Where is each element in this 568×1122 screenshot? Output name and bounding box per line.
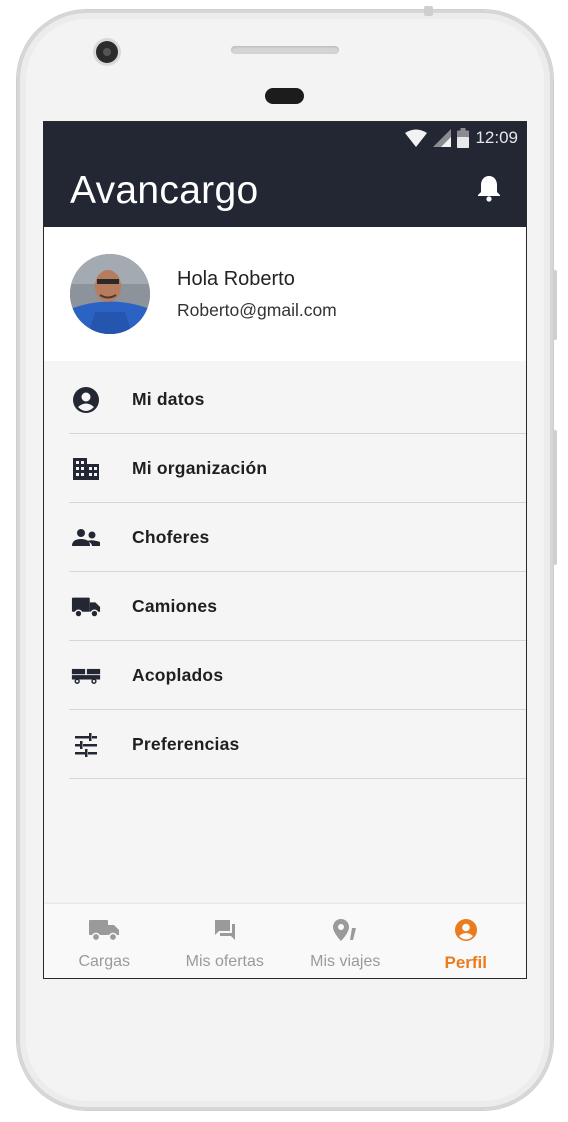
menu-item-choferes[interactable]: Choferes bbox=[44, 503, 526, 572]
power-button bbox=[553, 270, 557, 340]
menu-item-mi-organizacion[interactable]: Mi organización bbox=[44, 434, 526, 503]
profile-menu: Mi datos Mi organización Choferes Camion… bbox=[44, 365, 526, 779]
account-circle-icon bbox=[454, 918, 478, 947]
app-title: Avancargo bbox=[70, 168, 259, 212]
nav-tab-label: Mis viajes bbox=[310, 953, 381, 970]
profile-greeting: Hola Roberto bbox=[177, 267, 295, 290]
profile-email: Roberto@gmail.com bbox=[177, 299, 337, 320]
signal-icon bbox=[433, 129, 452, 147]
top-notch-button bbox=[424, 6, 433, 16]
nav-tab-cargas[interactable]: Cargas bbox=[44, 904, 165, 978]
earpiece-speaker bbox=[231, 46, 339, 54]
menu-item-label: Camiones bbox=[132, 596, 218, 616]
truck-icon bbox=[71, 592, 101, 622]
wifi-icon bbox=[405, 129, 428, 147]
account-circle-icon bbox=[71, 385, 101, 415]
truck-icon bbox=[88, 918, 120, 947]
volume-button bbox=[553, 430, 557, 565]
bottom-navigation: Cargas Mis ofertas Mis viajes Perfil bbox=[44, 904, 526, 978]
front-camera bbox=[96, 41, 118, 63]
chat-icon bbox=[213, 918, 237, 947]
avatar bbox=[70, 254, 150, 334]
battery-icon bbox=[457, 128, 470, 148]
trailer-icon bbox=[71, 661, 101, 691]
nav-tab-mis-viajes[interactable]: Mis viajes bbox=[285, 904, 406, 978]
nav-tab-label: Mis ofertas bbox=[185, 953, 264, 970]
nav-tab-perfil[interactable]: Perfil bbox=[406, 904, 527, 978]
map-pin-icon bbox=[332, 918, 358, 947]
menu-item-label: Mi organización bbox=[132, 458, 268, 478]
nav-tab-label: Perfil bbox=[444, 953, 488, 972]
menu-item-label: Acoplados bbox=[132, 665, 224, 685]
sliders-icon bbox=[71, 730, 101, 760]
screen: 12:09 Avancargo Hola Roberto Roberto@gma… bbox=[43, 121, 527, 979]
building-icon bbox=[71, 454, 101, 484]
menu-item-label: Choferes bbox=[132, 527, 210, 547]
menu-item-camiones[interactable]: Camiones bbox=[44, 572, 526, 641]
menu-item-acoplados[interactable]: Acoplados bbox=[44, 641, 526, 710]
clock: 12:09 bbox=[475, 128, 518, 147]
app-bar: Avancargo bbox=[44, 154, 526, 227]
people-icon bbox=[71, 523, 101, 553]
profile-header: Hola Roberto Roberto@gmail.com bbox=[44, 227, 526, 361]
bell-icon[interactable] bbox=[476, 174, 502, 207]
nav-tab-label: Cargas bbox=[78, 953, 131, 970]
menu-item-label: Mi datos bbox=[132, 389, 205, 409]
menu-item-label: Preferencias bbox=[132, 734, 240, 754]
nav-tab-mis-ofertas[interactable]: Mis ofertas bbox=[165, 904, 286, 978]
proximity-sensor bbox=[265, 88, 304, 104]
menu-item-mi-datos[interactable]: Mi datos bbox=[44, 365, 526, 434]
menu-item-preferencias[interactable]: Preferencias bbox=[44, 710, 526, 779]
status-bar: 12:09 bbox=[44, 122, 526, 154]
